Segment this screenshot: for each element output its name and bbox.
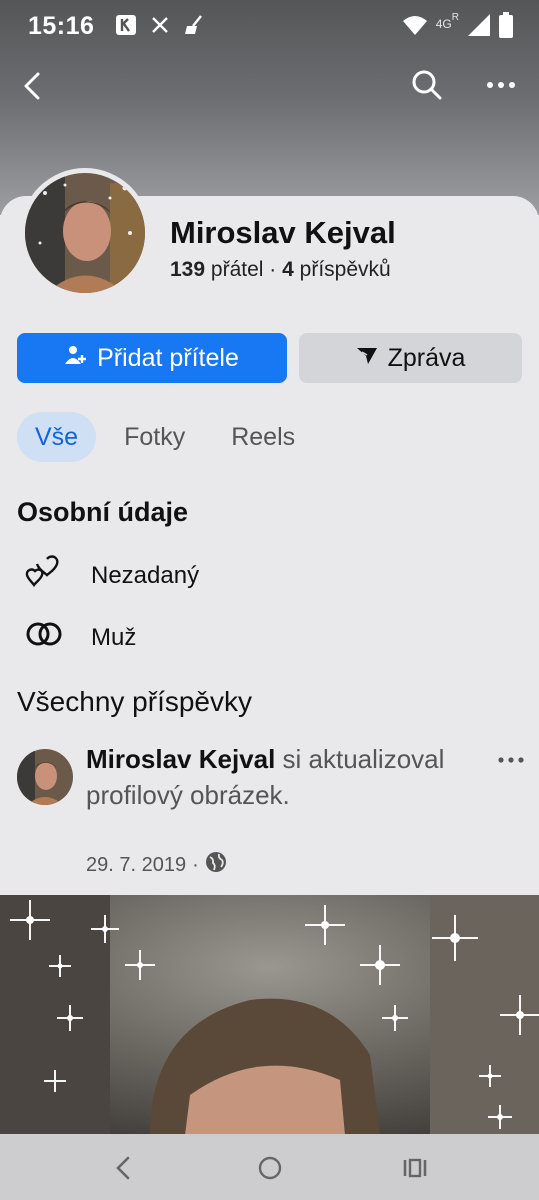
network-label: 4G <box>435 16 452 31</box>
post-author-name[interactable]: Miroslav Kejval <box>86 744 275 774</box>
all-posts-title: Všechny příspěvky <box>17 686 252 717</box>
info-gender: Muž <box>25 615 136 660</box>
more-icon[interactable] <box>484 68 518 107</box>
top-navigation <box>0 60 539 110</box>
post-author-avatar[interactable] <box>17 749 73 805</box>
posts-count: 4 <box>282 258 294 281</box>
rings-icon <box>25 615 63 660</box>
system-home-icon[interactable] <box>257 1154 283 1187</box>
add-friend-button[interactable]: Přidat přítele <box>17 333 287 383</box>
status-time: 15:16 <box>28 12 95 40</box>
message-label: Zpráva <box>387 343 466 372</box>
add-friend-label: Přidat přítele <box>97 343 239 372</box>
stats-separator: · <box>269 258 277 281</box>
x-app-icon <box>151 16 169 39</box>
messenger-icon <box>356 344 378 373</box>
info-relationship: Nezadaný <box>25 553 199 598</box>
system-recents-icon[interactable] <box>401 1154 429 1187</box>
globe-icon <box>205 851 227 879</box>
profile-tabs: Vše Fotky Reels <box>17 412 323 462</box>
back-arrow-icon[interactable] <box>18 66 48 111</box>
wifi-icon <box>402 14 428 41</box>
profile-stats: 139 přátel · 4 příspěvků <box>170 258 391 282</box>
posts-label: příspěvků <box>299 258 391 281</box>
tab-photos[interactable]: Fotky <box>106 412 203 462</box>
post-photo[interactable] <box>0 895 539 1135</box>
roaming-label: R <box>451 12 459 23</box>
gender-text: Muž <box>91 623 137 651</box>
post-date-separator: · <box>192 853 199 876</box>
profile-avatar-image <box>25 173 145 293</box>
post-meta: 29. 7. 2019 · <box>86 851 227 879</box>
profile-avatar[interactable] <box>20 168 150 298</box>
post-date[interactable]: 29. 7. 2019 <box>86 854 186 877</box>
relationship-text: Nezadaný <box>91 561 200 589</box>
add-person-icon <box>65 344 87 373</box>
post-text: Miroslav Kejval si aktualizoval profilov… <box>86 741 476 813</box>
friends-count: 139 <box>170 258 206 281</box>
post-more-icon[interactable] <box>497 750 525 775</box>
message-button[interactable]: Zpráva <box>299 333 522 383</box>
battery-icon <box>499 12 513 43</box>
broom-icon <box>183 14 205 41</box>
notification-k-icon <box>115 14 137 41</box>
tab-reels[interactable]: Reels <box>213 412 313 462</box>
friends-label: přátel <box>210 258 264 281</box>
tab-all[interactable]: Vše <box>17 412 97 462</box>
hearts-icon <box>25 553 63 598</box>
personal-info-title: Osobní údaje <box>17 497 189 527</box>
status-bar: 15:16 4G R <box>0 0 539 52</box>
signal-icon <box>467 13 491 42</box>
system-back-icon[interactable] <box>112 1154 136 1187</box>
search-icon[interactable] <box>410 68 444 107</box>
system-navigation-bar <box>0 1134 539 1200</box>
profile-name: Miroslav Kejval <box>170 215 396 250</box>
